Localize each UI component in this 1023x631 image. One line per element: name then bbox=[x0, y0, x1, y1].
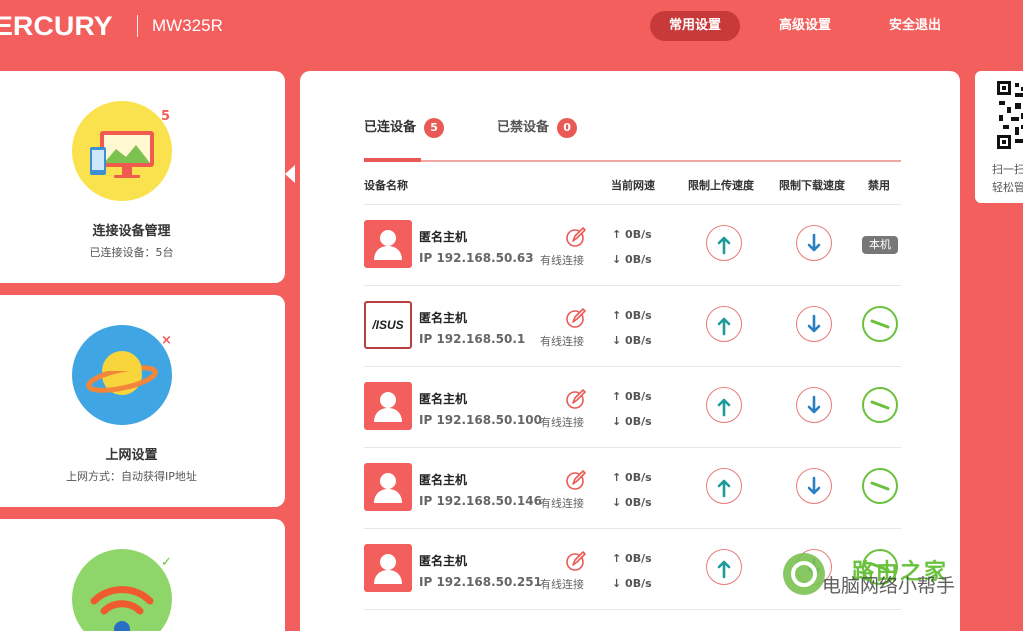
card-internet-settings[interactable]: × 上网设置 上网方式：自动获得IP地址 bbox=[0, 295, 285, 507]
download-speed: ↓ 0B/s bbox=[612, 334, 652, 347]
device-ip: IP 192.168.50.100 bbox=[419, 413, 542, 427]
upload-limit-button[interactable] bbox=[706, 225, 742, 261]
device-row: 匿名主机 IP 192.168.50.63 有线连接 ↑ 0B/s ↓ 0B/s… bbox=[364, 205, 901, 285]
edit-name-icon[interactable] bbox=[564, 387, 588, 411]
active-card-pointer bbox=[285, 165, 295, 183]
col-header-upload-limit: 限制上传速度 bbox=[688, 179, 754, 192]
nav-logout[interactable]: 安全退出 bbox=[870, 11, 960, 41]
card-wireless-settings[interactable]: ✓ bbox=[0, 519, 285, 631]
monitor-phone-icon bbox=[72, 101, 172, 201]
qr-caption-2: 轻松管 bbox=[992, 181, 1023, 194]
ban-toggle-button[interactable] bbox=[862, 468, 898, 504]
tab-label: 已连设备 bbox=[364, 120, 417, 135]
local-host-tag: 本机 bbox=[862, 236, 898, 254]
watermark-logo-icon bbox=[781, 551, 827, 597]
download-limit-button[interactable] bbox=[796, 468, 832, 504]
device-name: 匿名主机 bbox=[419, 230, 468, 244]
upload-limit-button[interactable] bbox=[706, 387, 742, 423]
person-icon bbox=[364, 544, 412, 592]
card-title: 连接设备管理 bbox=[92, 224, 171, 239]
connection-type: 有线连接 bbox=[540, 416, 584, 429]
edit-name-icon[interactable] bbox=[564, 549, 588, 573]
connection-type: 有线连接 bbox=[540, 578, 584, 591]
ban-toggle-button[interactable] bbox=[862, 387, 898, 423]
download-speed: ↓ 0B/s bbox=[612, 415, 652, 428]
person-icon bbox=[364, 382, 412, 430]
tab-count-badge: 5 bbox=[424, 117, 445, 138]
col-header-name: 设备名称 bbox=[364, 179, 408, 192]
person-icon bbox=[364, 463, 412, 511]
card-subtitle: 上网方式：自动获得IP地址 bbox=[66, 470, 197, 483]
qr-caption-1: 扫一扫 bbox=[992, 163, 1023, 176]
device-row: 匿名主机 IP 192.168.50.100 有线连接 ↑ 0B/s ↓ 0B/… bbox=[364, 367, 901, 447]
device-ip: IP 192.168.50.146 bbox=[419, 494, 542, 508]
device-row: 匿名主机 IP 192.168.50.146 有线连接 ↑ 0B/s ↓ 0B/… bbox=[364, 448, 901, 528]
col-header-download-limit: 限制下载速度 bbox=[779, 179, 845, 192]
brand-logo: ERCURY bbox=[0, 11, 113, 41]
disconnected-x-icon: × bbox=[161, 333, 172, 348]
top-header: ERCURY MW325R 常用设置 高级设置 安全退出 bbox=[0, 0, 1023, 56]
edit-name-icon[interactable] bbox=[564, 225, 588, 249]
card-title: 上网设置 bbox=[105, 448, 158, 463]
edit-name-icon[interactable] bbox=[564, 468, 588, 492]
logo-divider bbox=[137, 15, 138, 37]
ban-toggle-button[interactable] bbox=[862, 306, 898, 342]
connection-type: 有线连接 bbox=[540, 497, 584, 510]
tab-count-badge: 0 bbox=[557, 117, 578, 138]
connection-type: 有线连接 bbox=[540, 335, 584, 348]
tab-label: 已禁设备 bbox=[497, 120, 550, 135]
tab-divider bbox=[364, 160, 901, 162]
col-header-speed: 当前网速 bbox=[611, 179, 655, 192]
device-count-badge: 5 bbox=[161, 109, 171, 124]
upload-speed: ↑ 0B/s bbox=[612, 309, 652, 322]
card-device-management[interactable]: 5 连接设备管理 已连接设备：5台 bbox=[0, 71, 285, 283]
watermark-text-2: 电脑网络小帮手 bbox=[822, 575, 956, 597]
device-row: /ISUS 匿名主机 IP 192.168.50.1 有线连接 ↑ 0B/s ↓… bbox=[364, 286, 901, 366]
download-speed: ↓ 0B/s bbox=[612, 253, 652, 266]
device-ip: IP 192.168.50.251 bbox=[419, 575, 542, 589]
download-speed: ↓ 0B/s bbox=[612, 577, 652, 590]
col-header-ban: 禁用 bbox=[868, 179, 890, 192]
active-tab-indicator bbox=[364, 158, 421, 162]
device-name: 匿名主机 bbox=[419, 473, 468, 487]
download-limit-button[interactable] bbox=[796, 306, 832, 342]
router-model: MW325R bbox=[152, 16, 223, 35]
upload-limit-button[interactable] bbox=[706, 468, 742, 504]
nav-common-settings[interactable]: 常用设置 bbox=[650, 11, 740, 41]
device-list-panel: 已连设备 5 已禁设备 0 设备名称 当前网速 限制上传速度 限制下载速度 禁用 匿… bbox=[300, 71, 960, 631]
device-ip: IP 192.168.50.1 bbox=[419, 332, 526, 346]
upload-speed: ↑ 0B/s bbox=[612, 552, 652, 565]
edit-name-icon[interactable] bbox=[564, 306, 588, 330]
row-divider bbox=[364, 609, 901, 610]
qr-card: 扫一扫 轻松管 bbox=[975, 71, 1023, 203]
device-name: 匿名主机 bbox=[419, 311, 468, 325]
upload-limit-button[interactable] bbox=[706, 306, 742, 342]
tab-banned-devices[interactable]: 已禁设备 0 bbox=[497, 116, 578, 138]
tab-connected-devices[interactable]: 已连设备 5 bbox=[364, 116, 445, 138]
device-name: 匿名主机 bbox=[419, 392, 468, 406]
nav-advanced-settings[interactable]: 高级设置 bbox=[760, 11, 850, 41]
asus-logo: /ISUS bbox=[364, 301, 412, 349]
connection-type: 有线连接 bbox=[540, 254, 584, 267]
download-limit-button[interactable] bbox=[796, 225, 832, 261]
device-name: 匿名主机 bbox=[419, 554, 468, 568]
check-icon: ✓ bbox=[161, 555, 172, 570]
upload-speed: ↑ 0B/s bbox=[612, 228, 652, 241]
upload-speed: ↑ 0B/s bbox=[612, 390, 652, 403]
download-speed: ↓ 0B/s bbox=[612, 496, 652, 509]
person-icon bbox=[364, 220, 412, 268]
card-subtitle: 已连接设备：5台 bbox=[89, 246, 174, 259]
upload-limit-button[interactable] bbox=[706, 549, 742, 585]
wifi-icon bbox=[72, 549, 172, 631]
qr-code-icon bbox=[997, 81, 1023, 157]
download-limit-button[interactable] bbox=[796, 387, 832, 423]
upload-speed: ↑ 0B/s bbox=[612, 471, 652, 484]
planet-icon bbox=[72, 325, 172, 425]
device-ip: IP 192.168.50.63 bbox=[419, 251, 534, 265]
